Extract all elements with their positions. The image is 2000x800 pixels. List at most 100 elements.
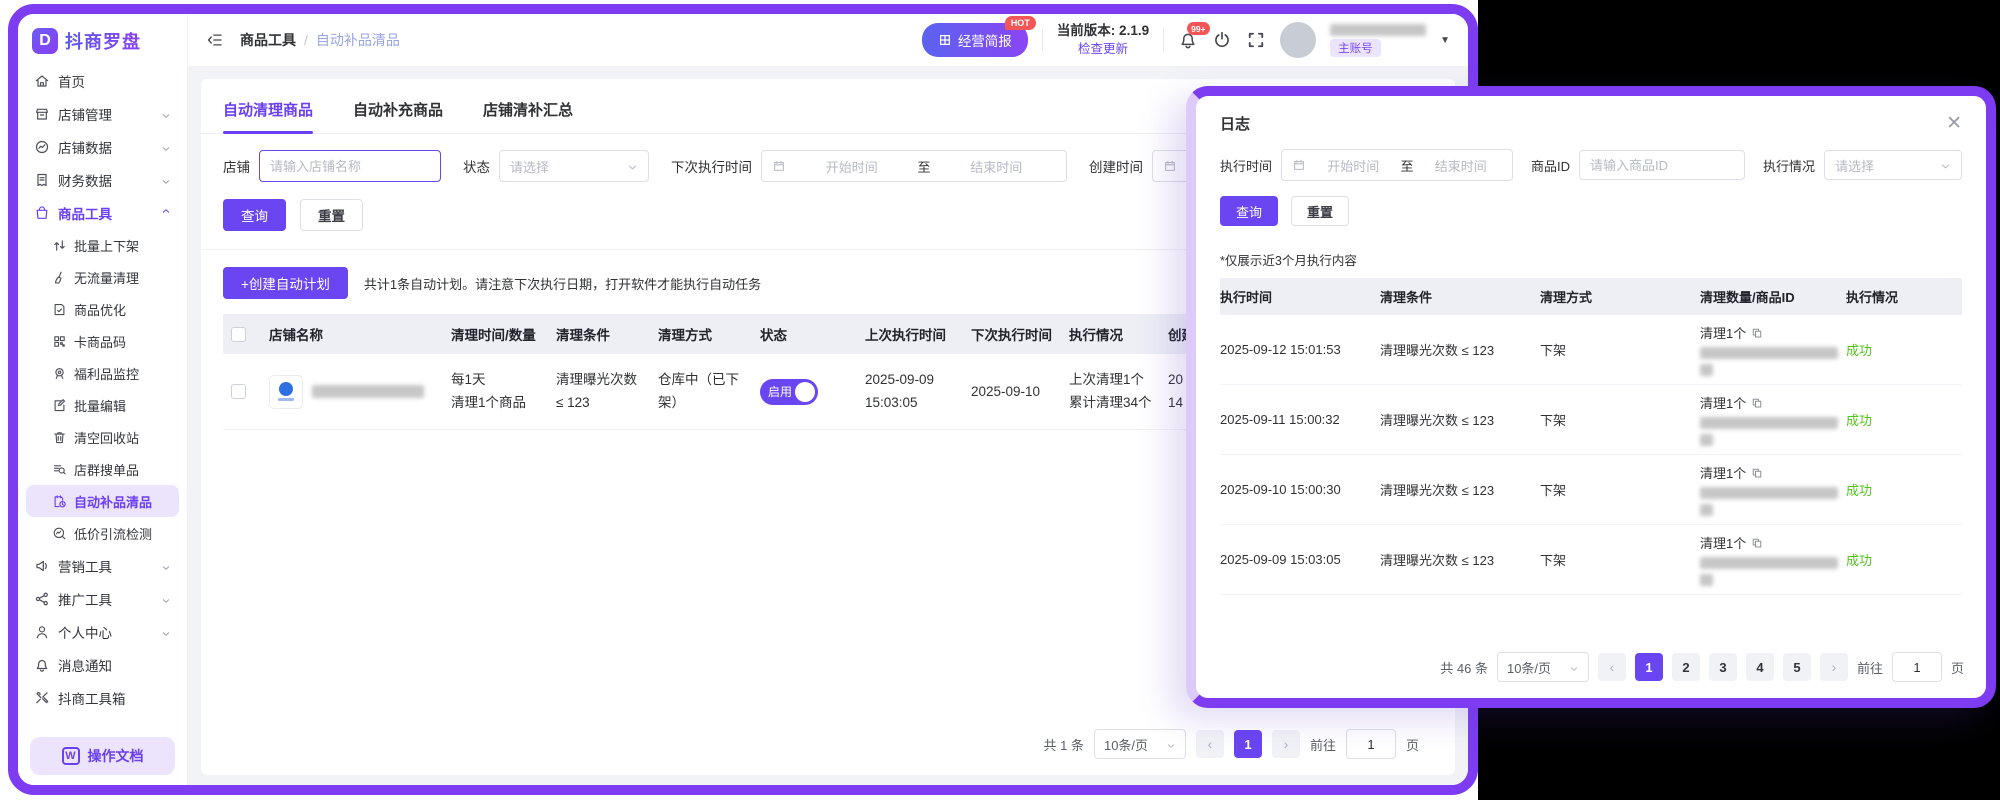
sidebar-item-抖商工具箱[interactable]: 抖商工具箱 [26,681,179,714]
avatar[interactable] [1280,22,1316,58]
sidebar-subitem-低价引流检测[interactable]: 低价引流检测 [26,517,179,549]
log-qty-product-id: 清理1个 [1700,463,1846,516]
check-update-link[interactable]: 检查更新 [1057,41,1149,58]
product-id-filter-label: 商品ID [1531,156,1570,175]
dialog-page-number-4[interactable]: 4 [1746,653,1774,681]
reset-button[interactable]: 重置 [300,199,363,231]
log-method: 下架 [1540,410,1700,429]
next-page-button[interactable]: › [1272,730,1300,758]
copy-icon[interactable] [1751,467,1763,479]
sidebar-subitem-无流量清理[interactable]: 无流量清理 [26,261,179,293]
shop-name-input[interactable] [259,150,441,182]
col-last-exec: 上次执行时间 [865,324,971,344]
dialog-page-number-1[interactable]: 1 [1635,653,1663,681]
row-checkbox[interactable] [231,384,246,399]
create-auto-plan-button[interactable]: +创建自动计划 [223,267,348,299]
dialog-date-start-placeholder: 开始时间 [1312,156,1395,175]
sidebar-item-店铺管理[interactable]: 店铺管理 [26,97,179,130]
exec-time-date-range[interactable]: 开始时间 至 结束时间 [1281,149,1513,181]
sidebar-subitem-卡商品码[interactable]: 卡商品码 [26,325,179,357]
status-select[interactable]: 请选择 [499,150,649,182]
sidebar-item-label: 消息通知 [58,655,112,675]
tab-auto-clean[interactable]: 自动清理商品 [223,99,313,133]
dialog-prev-page-button[interactable]: ‹ [1598,653,1626,681]
dialog-page-size-value: 10条/页 [1507,658,1551,677]
dialog-page-number-5[interactable]: 5 [1783,653,1811,681]
sidebar-item-店铺数据[interactable]: 店铺数据 [26,130,179,163]
col-exec-time: 执行时间 [1220,287,1380,306]
page-number-1[interactable]: 1 [1234,730,1262,758]
sidebar-item-财务数据[interactable]: 财务数据 [26,163,179,196]
page-size-value: 10条/页 [1104,735,1148,754]
copy-icon[interactable] [1751,397,1763,409]
product-id-blurred-wrap [1700,504,1713,516]
dialog-query-button[interactable]: 查询 [1220,196,1278,226]
business-report-button[interactable]: 经营简报 HOT [922,23,1028,57]
dialog-date-end-placeholder: 结束时间 [1420,156,1503,175]
enable-toggle[interactable]: 启用 [760,379,818,405]
sidebar-item-商品工具[interactable]: 商品工具 [26,196,179,229]
sidebar-subitem-清空回收站[interactable]: 清空回收站 [26,421,179,453]
sidebar-item-推广工具[interactable]: 推广工具 [26,582,179,615]
sidebar-item-营销工具[interactable]: 营销工具 [26,549,179,582]
log-status-text: 成功 [1846,483,1872,498]
sidebar-subitem-批量上下架[interactable]: 批量上下架 [26,229,179,261]
log-status-text: 成功 [1846,343,1872,358]
operation-docs-button[interactable]: W 操作文档 [30,737,175,775]
dialog-reset-button[interactable]: 重置 [1291,196,1349,226]
breadcrumb-root[interactable]: 商品工具 [240,30,296,50]
exec-status-select[interactable]: 请选择 [1824,150,1962,180]
sidebar-item-label: 店铺数据 [58,137,112,157]
dialog-goto-page-input[interactable] [1892,652,1942,682]
product-id-input[interactable] [1579,150,1745,180]
sidebar-subitem-福利品监控[interactable]: 福利品监控 [26,357,179,389]
notification-count-badge: 99+ [1187,22,1209,35]
sidebar-subitem-自动补品清品[interactable]: 自动补品清品 [26,485,179,517]
sidebar-item-消息通知[interactable]: 消息通知 [26,648,179,681]
sidebar-item-首页[interactable]: 首页 [26,64,179,97]
tab-summary[interactable]: 店铺清补汇总 [483,99,573,133]
exec-status-filter-label: 执行情况 [1763,156,1815,175]
select-all-checkbox[interactable] [231,327,246,342]
breadcrumb-separator: / [304,32,308,48]
optimize-icon [52,302,67,317]
fullscreen-icon[interactable] [1246,30,1266,50]
version-box: 当前版本: 2.1.9 检查更新 [1057,22,1149,57]
goto-page-input[interactable] [1346,729,1396,759]
plan-icon [52,494,67,509]
dialog-page-number-2[interactable]: 2 [1672,653,1700,681]
col-method: 清理方式 [658,324,760,344]
log-row: 2025-09-09 15:03:05清理曝光次数 ≤ 123下架清理1个成功 [1220,525,1962,595]
schedule-cell: 每1天 清理1个商品 [451,369,556,415]
report-grid-icon [938,33,952,47]
method-cell: 仓库中（已下架） [658,369,760,415]
sidebar-subitem-店群搜单品[interactable]: 店群搜单品 [26,453,179,485]
col-clean-method: 清理方式 [1540,287,1700,306]
account-dropdown-caret[interactable]: ▼ [1440,35,1450,46]
shop-filter-label: 店铺 [223,156,250,176]
next-time-date-range[interactable]: 开始时间 至 结束时间 [761,150,1067,182]
notifications-bell-icon[interactable]: 99+ [1178,30,1198,50]
dialog-header: 日志 ✕ [1220,113,1962,134]
page-size-select[interactable]: 10条/页 [1094,729,1186,759]
log-row: 2025-09-12 15:01:53清理曝光次数 ≤ 123下架清理1个成功 [1220,315,1962,385]
copy-icon[interactable] [1751,537,1763,549]
copy-icon[interactable] [1751,327,1763,339]
dialog-page-number-3[interactable]: 3 [1709,653,1737,681]
dialog-page-size-select[interactable]: 10条/页 [1497,652,1589,682]
next-exec-cell: 2025-09-10 [971,384,1069,399]
collapse-sidebar-icon[interactable] [206,31,224,49]
create-time-filter-label: 创建时间 [1089,156,1143,176]
prev-page-button[interactable]: ‹ [1196,730,1224,758]
power-icon[interactable] [1212,30,1232,50]
sidebar-subitem-商品优化[interactable]: 商品优化 [26,293,179,325]
sidebar-subitem-批量编辑[interactable]: 批量编辑 [26,389,179,421]
tab-auto-restock[interactable]: 自动补充商品 [353,99,443,133]
close-icon[interactable]: ✕ [1946,114,1962,133]
query-button[interactable]: 查询 [223,199,286,231]
dialog-next-page-button[interactable]: › [1820,653,1848,681]
sidebar: D 抖商罗盘 首页店铺管理店铺数据财务数据商品工具批量上下架无流量清理商品优化卡… [18,14,188,785]
sidebar-item-个人中心[interactable]: 个人中心 [26,615,179,648]
operation-docs-label: 操作文档 [88,746,144,766]
dialog-goto-label: 前往 [1857,658,1883,677]
